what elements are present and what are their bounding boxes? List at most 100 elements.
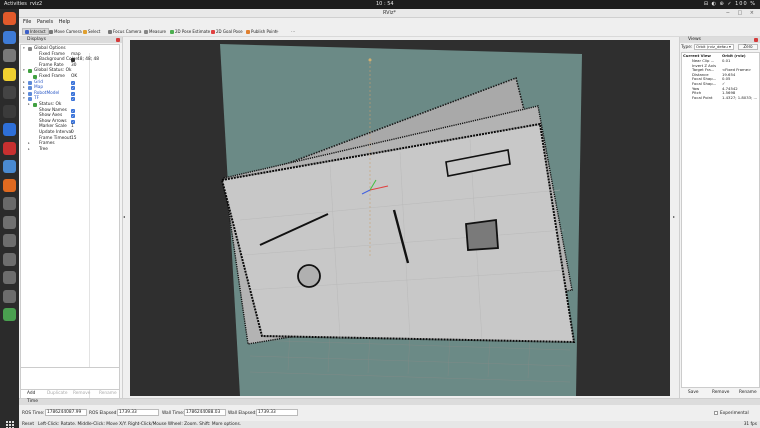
tool-label: Select xyxy=(88,29,101,34)
ros-time-label: ROS Time: xyxy=(22,411,45,416)
tool-button[interactable]: 2D Pose Estimate xyxy=(168,28,212,35)
tool-button[interactable]: Move Camera xyxy=(47,28,84,35)
dock-app-icon[interactable] xyxy=(3,252,16,266)
display-row-label: Tree xyxy=(39,146,48,152)
duplicate-display-button[interactable]: Duplicate xyxy=(43,391,71,397)
dock-app-icon[interactable] xyxy=(3,49,16,62)
tool-button[interactable]: Select xyxy=(81,28,102,35)
view-property-label: Focal Point xyxy=(692,94,713,100)
dock-app-icon[interactable] xyxy=(3,141,16,155)
show-apps-icon[interactable] xyxy=(5,420,14,428)
display-description-box xyxy=(20,367,120,390)
tool-label: 2D Goal Pose xyxy=(216,29,243,34)
views-tree[interactable]: Current View Orbit (rviz) Near Clip ... 0… xyxy=(681,52,760,388)
system-top-bar: Activities rviz2 10 : 54 ⊟ ◐ ⊕ ✓ 100 % xyxy=(0,0,760,9)
dock-app-icon[interactable] xyxy=(3,308,16,321)
close-panel-icon[interactable] xyxy=(116,38,120,42)
tool-button[interactable]: 2D Goal Pose xyxy=(209,28,245,35)
dock-app-icon[interactable] xyxy=(3,67,16,81)
menu-panels[interactable]: Panels xyxy=(37,18,53,26)
dock-app-icon[interactable] xyxy=(3,289,16,303)
dock xyxy=(0,9,19,428)
enable-checkbox[interactable]: ✓ xyxy=(71,80,75,85)
tool-button[interactable]: Publish Point xyxy=(244,28,278,35)
dock-app-icon[interactable] xyxy=(3,160,16,173)
tool-button[interactable]: Measure xyxy=(142,28,168,35)
view-type-select[interactable]: Orbit (rviz_defau ▾ xyxy=(694,44,734,50)
clock[interactable]: 10 : 54 xyxy=(376,1,394,7)
collapse-left-icon[interactable]: ◂ xyxy=(123,214,125,219)
dock-app-icon[interactable] xyxy=(3,215,16,229)
enable-checkbox[interactable]: ✓ xyxy=(71,91,75,96)
add-display-button[interactable]: Add xyxy=(23,391,39,397)
dock-app-icon[interactable] xyxy=(3,271,16,284)
views-panel: Views Type: Orbit (rviz_defau ▾ Zero Cur… xyxy=(679,37,760,398)
view-property-row[interactable]: Focal Point 1.4327; 1.8033; ... xyxy=(682,94,760,101)
fps-readout: 31 fps xyxy=(743,422,757,427)
rename-view-button[interactable]: Rename xyxy=(739,390,757,396)
menubar: File Panels Help xyxy=(19,18,760,26)
time-panel-header: Time xyxy=(19,399,760,405)
collapse-right-icon[interactable]: ▸ xyxy=(673,214,675,219)
reset-button[interactable]: Reset xyxy=(22,421,34,428)
enable-checkbox[interactable]: ✓ xyxy=(71,108,75,113)
tool-button[interactable]: Interact xyxy=(22,28,49,35)
views-title: Views xyxy=(688,37,702,42)
dock-app-icon[interactable] xyxy=(3,12,16,25)
tool-icon xyxy=(83,29,87,34)
dock-app-icon[interactable] xyxy=(3,30,16,44)
views-panel-header: Views xyxy=(680,37,760,43)
displays-title: Displays xyxy=(27,37,46,42)
display-row[interactable]: ▸ Tree xyxy=(21,147,121,153)
rename-display-button[interactable]: Rename xyxy=(95,391,121,397)
experimental-label: Experimental xyxy=(720,411,749,416)
view-type-label: Type: xyxy=(681,45,693,50)
dock-app-icon[interactable] xyxy=(3,104,16,118)
remove-view-button[interactable]: Remove xyxy=(712,390,729,396)
window-controls[interactable]: − □ × xyxy=(726,9,757,18)
background-color-swatch[interactable] xyxy=(71,58,75,63)
tool-icon xyxy=(170,29,174,34)
remove-display-button[interactable]: Remove xyxy=(69,391,94,397)
tool-icon xyxy=(246,29,250,34)
dock-app-icon[interactable] xyxy=(3,86,16,99)
dock-app-icon[interactable] xyxy=(3,197,16,210)
menu-file[interactable]: File xyxy=(23,18,31,26)
map-render xyxy=(220,44,582,396)
tool-button[interactable]: Focus Camera xyxy=(106,28,143,35)
enable-checkbox[interactable]: ✓ xyxy=(71,86,75,91)
tf-frame-marker xyxy=(368,58,372,62)
wall-time-field[interactable]: 1786244088.03 xyxy=(184,409,226,416)
display-type-icon xyxy=(28,97,32,102)
activities-button[interactable]: Activities xyxy=(4,1,27,7)
menu-help[interactable]: Help xyxy=(59,18,70,26)
system-tray[interactable]: ⊟ ◐ ⊕ ✓ 100 % xyxy=(704,1,756,7)
tool-label: Measure xyxy=(149,29,166,34)
tool-label: Publish Point xyxy=(251,29,277,34)
enable-checkbox[interactable]: ✓ xyxy=(71,97,75,102)
dock-app-icon[interactable] xyxy=(3,234,16,247)
tool-options-icon[interactable]: ⋯ xyxy=(289,28,297,35)
status-bar: Reset Left-Click: Rotate. Middle-Click: … xyxy=(19,421,760,428)
close-views-icon[interactable] xyxy=(754,38,758,42)
ros-elapsed-field[interactable]: 1739.33 xyxy=(117,409,159,416)
active-app-name[interactable]: rviz2 xyxy=(30,1,42,7)
display-type-icon xyxy=(28,69,32,74)
expand-arrow-icon[interactable]: ▸ xyxy=(28,147,30,153)
dock-app-icon[interactable] xyxy=(3,123,16,136)
view-property-value[interactable]: 1.4327; 1.8033; ... xyxy=(722,95,757,101)
dock-app-icon[interactable] xyxy=(3,178,16,192)
tool-bar: ＋ ⋯ Interact Move Camera Select Focus Camer… xyxy=(19,26,760,37)
save-view-button[interactable]: Save xyxy=(688,390,699,396)
ros-time-field[interactable]: 1786244087.99 xyxy=(45,409,87,416)
window-title: RViz* xyxy=(19,9,760,18)
wall-elapsed-field[interactable]: 1739.33 xyxy=(256,409,298,416)
render-3d-view[interactable] xyxy=(130,40,670,396)
enable-checkbox[interactable]: ✓ xyxy=(71,114,75,119)
displays-tree[interactable]: ▾ Global Options Fixed Frame map Background … xyxy=(20,44,121,407)
experimental-checkbox[interactable] xyxy=(714,411,718,415)
status-hint: Left-Click: Rotate. Middle-Click: Move X… xyxy=(38,422,242,427)
displays-panel-header: Displays xyxy=(19,37,122,43)
zero-button[interactable]: Zero xyxy=(738,44,758,50)
ros-elapsed-label: ROS Elapsed: xyxy=(89,411,118,416)
